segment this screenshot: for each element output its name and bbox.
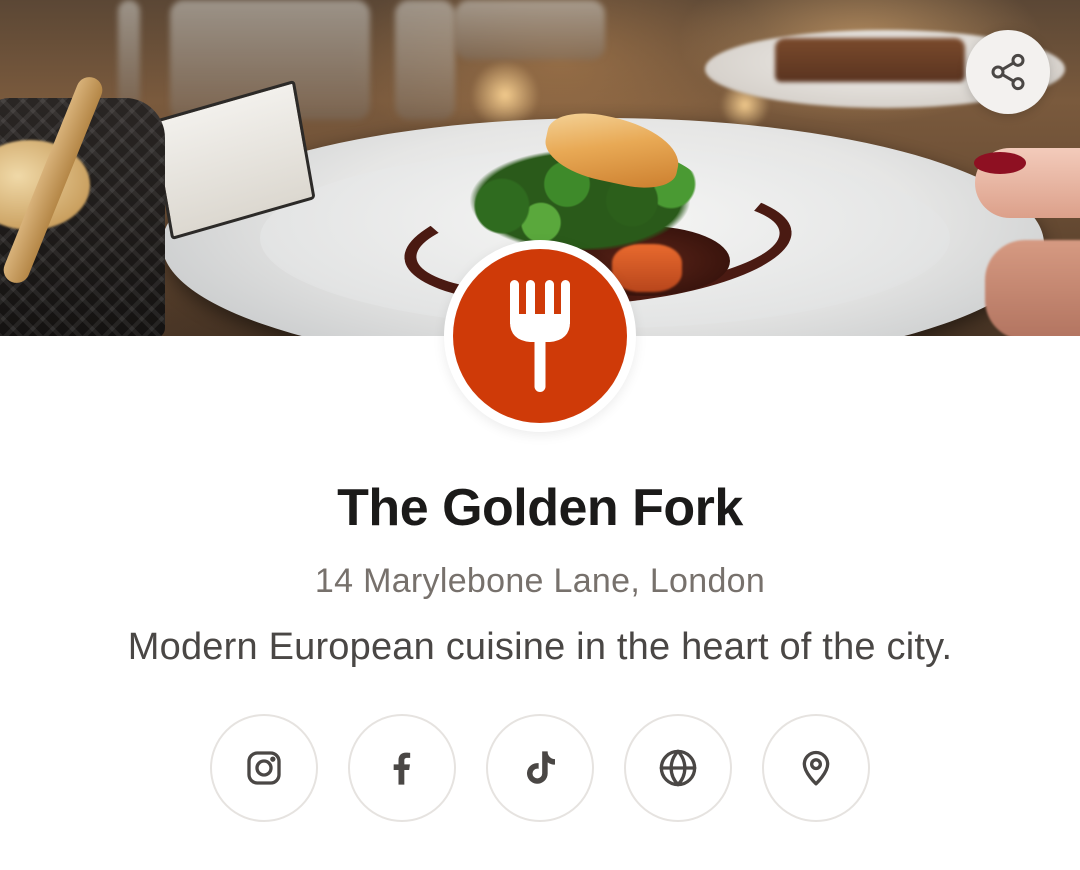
website-button[interactable] bbox=[624, 714, 732, 822]
globe-icon bbox=[659, 749, 697, 787]
fork-icon bbox=[510, 280, 570, 392]
instagram-icon bbox=[247, 751, 281, 785]
instagram-button[interactable] bbox=[210, 714, 318, 822]
facebook-icon bbox=[393, 752, 411, 785]
tiktok-button[interactable] bbox=[486, 714, 594, 822]
logo-badge bbox=[453, 249, 627, 423]
tiktok-icon bbox=[527, 751, 555, 784]
share-button[interactable] bbox=[966, 30, 1050, 114]
restaurant-tagline: Modern European cuisine in the heart of … bbox=[127, 626, 953, 668]
facebook-button[interactable] bbox=[348, 714, 456, 822]
profile-card: The Golden Fork 14 Marylebone Lane, Lond… bbox=[0, 0, 1080, 870]
restaurant-logo bbox=[444, 240, 636, 432]
location-pin-icon bbox=[802, 750, 830, 786]
social-links bbox=[210, 714, 870, 822]
location-button[interactable] bbox=[762, 714, 870, 822]
share-icon bbox=[991, 53, 1025, 91]
restaurant-name: The Golden Fork bbox=[337, 479, 743, 537]
restaurant-address: 14 Marylebone Lane, London bbox=[314, 562, 766, 600]
